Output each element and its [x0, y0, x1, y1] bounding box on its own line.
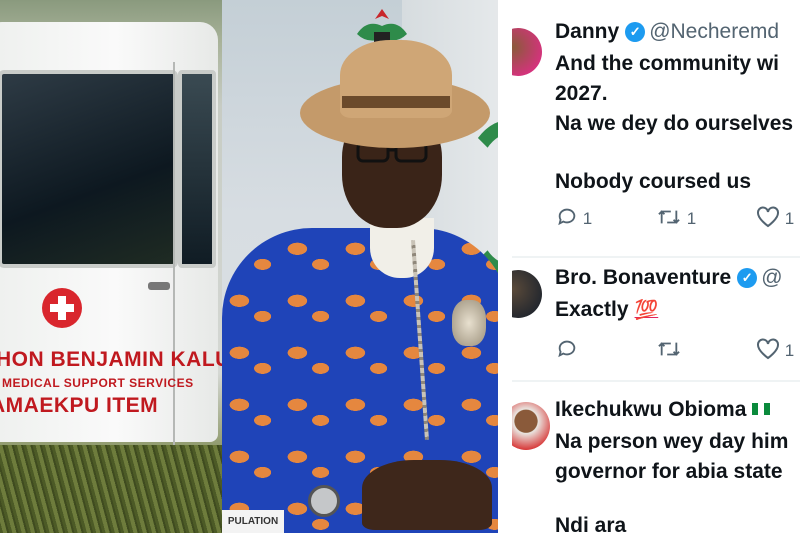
reply-icon: [558, 340, 576, 358]
like-count: 1: [784, 209, 795, 228]
clasped-hands: [362, 460, 492, 530]
panel-gutter: [498, 0, 512, 533]
door-seam: [173, 62, 175, 462]
ambulance-body: HON BENJAMIN KALU MEDICAL SUPPORT SERVIC…: [0, 22, 222, 462]
tweet-text: Exactly: [555, 298, 629, 321]
reply-count: 1: [582, 209, 593, 228]
tweet-text-line: 2027.: [555, 82, 608, 105]
wristwatch-icon: [308, 485, 340, 517]
avatar[interactable]: [510, 24, 542, 86]
tweet-text-line: Nobody coursed us: [555, 170, 752, 193]
tweet-text-line: Exactly 💯: [555, 298, 658, 322]
like-icon: [757, 206, 779, 228]
like-button[interactable]: 1: [756, 338, 794, 361]
ambulance-text-line2: MEDICAL SUPPORT SERVICES: [2, 376, 194, 390]
tweet-text-line: governor for abia state: [555, 460, 783, 483]
author-name[interactable]: Ikechukwu Obioma: [555, 398, 746, 421]
ambulance-side-window: [178, 70, 216, 268]
tweet[interactable]: Bro. Bonaventure ✓ @ Exactly 💯 1: [510, 258, 800, 380]
tweet-text-line: Na we dey do ourselves: [555, 112, 794, 135]
tweets-screenshot: Danny ✓ @Necheremd And the community wi 20…: [510, 0, 800, 533]
tweet-author[interactable]: Bro. Bonaventure ✓ @: [555, 266, 783, 290]
retweet-icon: [658, 342, 680, 356]
tweet[interactable]: Danny ✓ @Necheremd And the community wi 20…: [510, 0, 800, 255]
author-handle[interactable]: @: [761, 266, 782, 289]
like-count: 1: [784, 341, 795, 360]
reply-button[interactable]: 1: [556, 206, 592, 229]
nigeria-flag-icon: [752, 403, 771, 415]
ambulance-text-line3: AMAEKPU ITEM: [0, 394, 159, 417]
tweet-text-line: Ndi ara: [555, 514, 627, 533]
verified-badge-icon: ✓: [625, 22, 646, 42]
reply-button[interactable]: [556, 338, 578, 361]
tweet-text-line: Na person wey day him: [555, 430, 789, 453]
avatar[interactable]: [510, 264, 542, 326]
medical-cross-icon: [42, 288, 82, 328]
retweet-icon: [658, 210, 680, 224]
like-button[interactable]: 1: [756, 206, 794, 229]
tweet[interactable]: Ikechukwu Obioma Na person wey day him g…: [510, 382, 800, 533]
grass: [0, 445, 222, 533]
reply-icon: [558, 208, 576, 226]
tweet-author[interactable]: Danny ✓ @Necheremd: [555, 20, 779, 44]
author-name[interactable]: Bro. Bonaventure: [555, 266, 731, 289]
retweet-count: 1: [686, 209, 697, 228]
portrait-photo: PULATION: [222, 0, 510, 533]
retweet-button[interactable]: [656, 338, 682, 361]
ambulance-text-line1: HON BENJAMIN KALU: [0, 348, 222, 371]
author-name[interactable]: Danny: [555, 20, 619, 43]
author-handle[interactable]: @Necheremd: [649, 20, 779, 43]
tweet-author[interactable]: Ikechukwu Obioma: [555, 398, 771, 422]
background-sign: PULATION: [222, 510, 284, 533]
avatar[interactable]: [510, 396, 550, 458]
ambulance-photo: HON BENJAMIN KALU MEDICAL SUPPORT SERVIC…: [0, 0, 222, 533]
retweet-button[interactable]: 1: [656, 206, 696, 229]
door-handle: [148, 282, 170, 290]
verified-badge-icon: ✓: [737, 268, 758, 288]
hundred-emoji: 💯: [634, 300, 659, 321]
tweet-text-line: And the community wi: [555, 52, 780, 75]
hat-band: [342, 96, 450, 108]
ambulance-window: [0, 70, 178, 268]
like-icon: [757, 338, 779, 360]
brooch: [452, 300, 486, 346]
